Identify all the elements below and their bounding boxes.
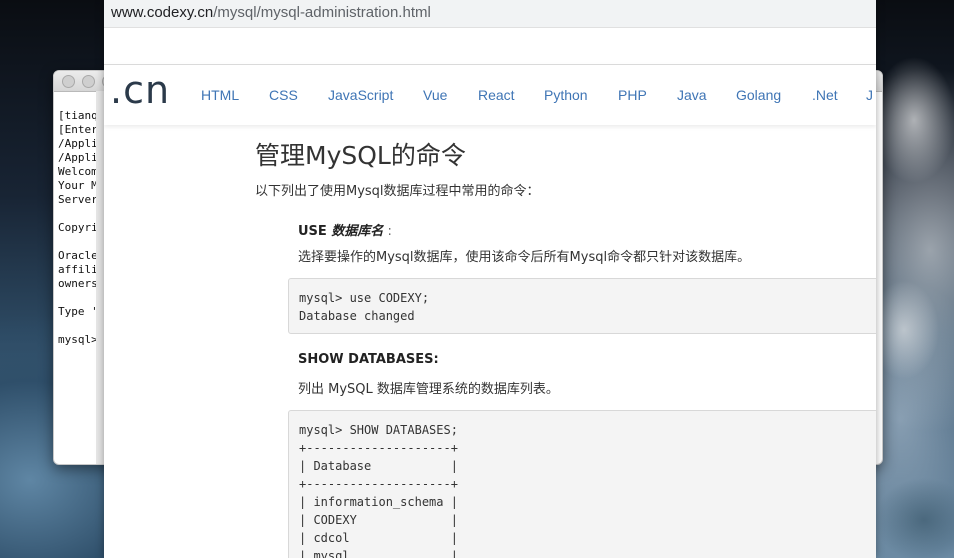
cmd-use-param: 数据库名 [331, 224, 384, 239]
minimize-window-icon[interactable] [82, 75, 95, 88]
url-host: www.codexy.cn [111, 4, 214, 21]
nav-item-php[interactable]: PHP [618, 87, 647, 103]
nav-item-vue[interactable]: Vue [423, 87, 447, 103]
cmd-use-description: 选择要操作的Mysql数据库，使用该命令后所有Mysql命令都只针对该数据库。 [298, 250, 751, 265]
nav-item-python[interactable]: Python [544, 87, 588, 103]
page-title: 管理MySQL的命令 [255, 141, 466, 170]
close-window-icon[interactable] [62, 75, 75, 88]
cmd-use-keyword: USE [298, 224, 332, 239]
nav-item-html[interactable]: HTML [201, 87, 239, 103]
code-block-use[interactable]: mysql> use CODEXY; Database changed [288, 278, 876, 334]
nav-item-react[interactable]: React [478, 87, 515, 103]
url-path: /mysql/mysql-administration.html [213, 4, 431, 21]
nav-item-dotnet[interactable]: .Net [812, 87, 838, 103]
cmd-show-databases-title: SHOW DATABASES: [298, 352, 439, 367]
cmd-show-databases-description: 列出 MySQL 数据库管理系统的数据库列表。 [298, 382, 559, 397]
nav-item-javascript[interactable]: JavaScript [328, 87, 393, 103]
nav-item-css[interactable]: CSS [269, 87, 298, 103]
code-block-show-databases[interactable]: mysql> SHOW DATABASES; +----------------… [288, 410, 876, 558]
address-bar[interactable]: www.codexy.cn/mysql/mysql-administration… [104, 0, 876, 28]
site-logo[interactable]: .cn [110, 68, 170, 112]
browser-window: www.codexy.cn/mysql/mysql-administration… [104, 0, 876, 558]
nav-item-java[interactable]: Java [677, 87, 707, 103]
url-text[interactable]: www.codexy.cn/mysql/mysql-administration… [111, 4, 431, 21]
site-header: .cn HTML CSS JavaScript Vue React Python… [104, 64, 876, 125]
terminal-scrollbar[interactable] [96, 91, 104, 464]
nav-item-truncated[interactable]: J [866, 87, 873, 103]
cmd-use-colon: : [383, 224, 392, 239]
article-content: 管理MySQL的命令 以下列出了使用Mysql数据库过程中常用的命令： USE … [104, 124, 876, 558]
nav-item-golang[interactable]: Golang [736, 87, 781, 103]
cmd-use-title: USE 数据库名 : [298, 220, 392, 239]
intro-text: 以下列出了使用Mysql数据库过程中常用的命令： [255, 184, 540, 199]
